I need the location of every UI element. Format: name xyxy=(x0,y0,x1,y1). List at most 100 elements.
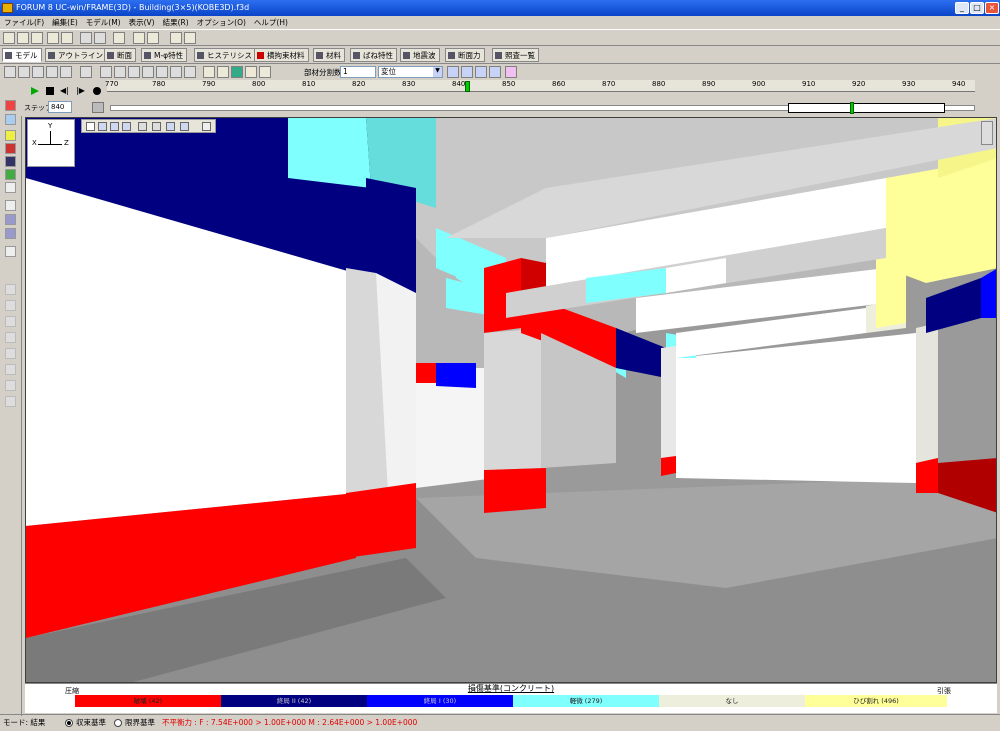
bar-icon[interactable] xyxy=(5,228,16,239)
preview-icon[interactable] xyxy=(61,32,73,44)
add-node-icon[interactable] xyxy=(4,66,16,78)
tab-section-force[interactable]: 断面力 xyxy=(445,48,485,62)
camera-icon[interactable] xyxy=(259,66,271,78)
division-spinner[interactable]: 1 xyxy=(340,66,376,78)
save-icon[interactable] xyxy=(31,32,43,44)
tool-icon[interactable] xyxy=(5,332,16,343)
view-top-icon[interactable] xyxy=(447,66,459,78)
menu-model[interactable]: モデル(M) xyxy=(82,16,125,29)
fly-icon[interactable] xyxy=(180,122,189,131)
view-side-icon[interactable] xyxy=(475,66,487,78)
tab-lateral-material[interactable]: 横拘束材料 xyxy=(254,48,309,62)
tool-icon[interactable] xyxy=(5,364,16,375)
menu-edit[interactable]: 編集(E) xyxy=(48,16,82,29)
tab-outline[interactable]: アウトライン xyxy=(45,48,107,62)
display-icon[interactable] xyxy=(245,66,257,78)
load7-icon[interactable] xyxy=(184,66,196,78)
menu-dot-icon[interactable] xyxy=(202,122,211,131)
menu-help[interactable]: ヘルプ(H) xyxy=(250,16,292,29)
stop-icon[interactable] xyxy=(46,87,54,95)
undo-icon[interactable] xyxy=(80,32,92,44)
load2-icon[interactable] xyxy=(114,66,126,78)
draw-icon[interactable] xyxy=(5,100,16,111)
menu-view[interactable]: 表示(V) xyxy=(125,16,159,29)
step-slider[interactable] xyxy=(788,103,945,113)
walk-icon[interactable] xyxy=(166,122,175,131)
load-icon[interactable] xyxy=(100,66,112,78)
tool-icon[interactable] xyxy=(5,316,16,327)
load4-icon[interactable] xyxy=(142,66,154,78)
support-icon[interactable] xyxy=(80,66,92,78)
calc-icon[interactable] xyxy=(113,32,125,44)
export-icon[interactable] xyxy=(147,32,159,44)
redo-icon[interactable] xyxy=(94,32,106,44)
ruler-marker[interactable] xyxy=(465,81,470,92)
tab-material[interactable]: 材料 xyxy=(313,48,345,62)
rotate-icon[interactable] xyxy=(122,122,131,131)
result-icon[interactable] xyxy=(5,143,16,154)
chevron-down-icon[interactable]: ▼ xyxy=(433,67,442,77)
pointer-icon[interactable] xyxy=(86,122,95,131)
tool-icon[interactable] xyxy=(5,380,16,391)
contour-icon[interactable] xyxy=(5,156,16,167)
axis-icon[interactable] xyxy=(5,114,16,125)
tab-section[interactable]: 断面 xyxy=(104,48,136,62)
tab-check-list[interactable]: 照査一覧 xyxy=(492,48,539,62)
print-icon[interactable] xyxy=(47,32,59,44)
menu-file[interactable]: ファイル(F) xyxy=(0,16,48,29)
color-icon[interactable] xyxy=(231,66,243,78)
menu-result[interactable]: 結果(R) xyxy=(159,16,193,29)
radio-convergence[interactable] xyxy=(65,719,73,727)
play-icon[interactable] xyxy=(31,87,39,95)
tool-icon[interactable] xyxy=(5,284,16,295)
viewport-options-button[interactable] xyxy=(981,121,993,145)
tool-icon[interactable] xyxy=(5,300,16,311)
record-icon[interactable] xyxy=(93,87,101,95)
report-icon[interactable] xyxy=(133,32,145,44)
tool-icon[interactable] xyxy=(5,348,16,359)
fit-icon[interactable] xyxy=(138,122,147,131)
view-3d-icon[interactable] xyxy=(489,66,501,78)
view-front-icon[interactable] xyxy=(461,66,473,78)
step-input[interactable]: 840 xyxy=(48,101,72,113)
tab-spring[interactable]: ばね特性 xyxy=(350,48,397,62)
radio-limit[interactable] xyxy=(114,719,122,727)
graph-icon[interactable] xyxy=(5,214,16,225)
load6-icon[interactable] xyxy=(170,66,182,78)
step-ruler[interactable]: 770 780 790 800 810 820 830 840 850 860 … xyxy=(105,80,975,92)
member-icon[interactable] xyxy=(5,130,16,141)
list-icon[interactable] xyxy=(170,32,182,44)
view-icon[interactable] xyxy=(152,122,161,131)
view-iso-icon[interactable] xyxy=(505,66,517,78)
section-view-icon[interactable] xyxy=(203,66,215,78)
tab-hysteresis[interactable]: ヒステリシス xyxy=(194,48,256,62)
load5-icon[interactable] xyxy=(156,66,168,78)
step-forward-icon[interactable]: |▶ xyxy=(76,87,85,95)
load3-icon[interactable] xyxy=(128,66,140,78)
3d-viewport[interactable]: Y X Z xyxy=(25,117,997,683)
open-icon[interactable] xyxy=(17,32,29,44)
tab-m-phi[interactable]: M-φ特性 xyxy=(141,48,188,62)
step-camera-icon[interactable] xyxy=(92,102,104,113)
copy-icon[interactable] xyxy=(5,246,16,257)
close-button[interactable]: × xyxy=(985,2,999,14)
tab-earthquake-wave[interactable]: 地震波 xyxy=(400,48,440,62)
menu-option[interactable]: オプション(O) xyxy=(193,16,250,29)
deform-icon[interactable] xyxy=(5,169,16,180)
node-icon[interactable] xyxy=(5,200,16,211)
step-slider-thumb[interactable] xyxy=(850,102,854,114)
split-member-icon[interactable] xyxy=(60,66,72,78)
pan-icon[interactable] xyxy=(98,122,107,131)
layers-icon[interactable] xyxy=(5,182,16,193)
new-file-icon[interactable] xyxy=(3,32,15,44)
tab-model[interactable]: モデル xyxy=(2,48,42,62)
maximize-button[interactable]: □ xyxy=(970,2,984,14)
tool-icon[interactable] xyxy=(5,396,16,407)
add-member-icon[interactable] xyxy=(46,66,58,78)
setting-icon[interactable] xyxy=(184,32,196,44)
delete-node-icon[interactable] xyxy=(32,66,44,78)
move-node-icon[interactable] xyxy=(18,66,30,78)
minimize-button[interactable]: _ xyxy=(955,2,969,14)
render-icon[interactable] xyxy=(217,66,229,78)
zoom-icon[interactable] xyxy=(110,122,119,131)
